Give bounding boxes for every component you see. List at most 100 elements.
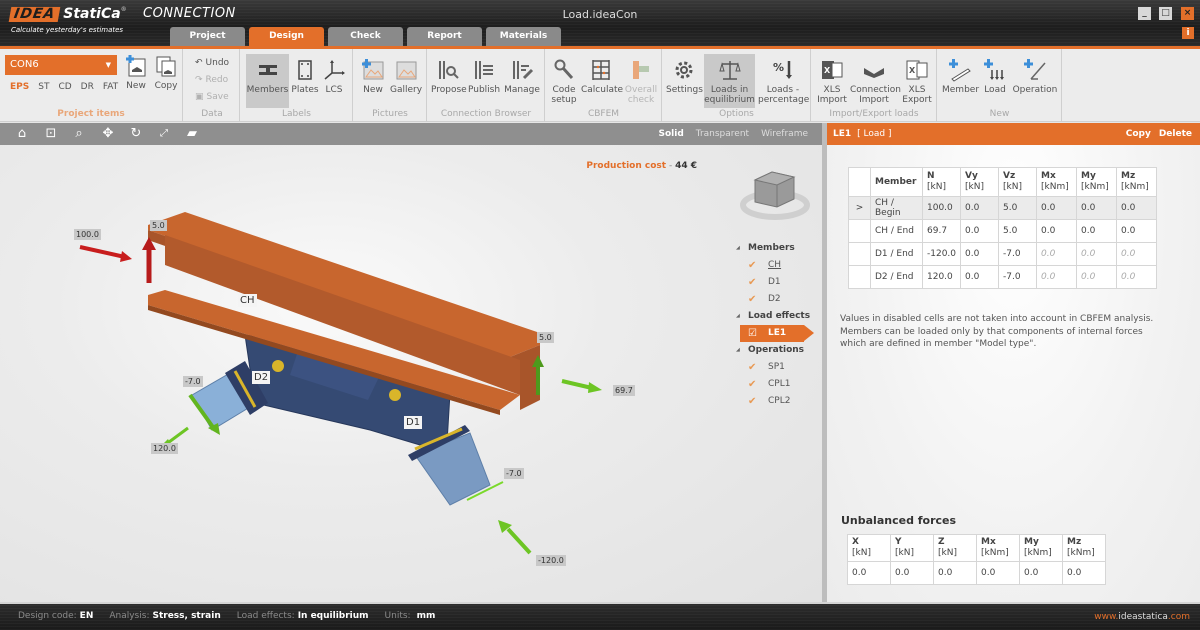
mode-solid[interactable]: Solid xyxy=(658,123,683,145)
member-label-ch[interactable]: CH xyxy=(238,294,257,307)
new-operation-button[interactable]: Operation xyxy=(1011,58,1059,95)
member-label-d1[interactable]: D1 xyxy=(404,416,423,429)
manage-button[interactable]: Manage xyxy=(504,58,540,95)
view-cube[interactable] xyxy=(740,171,810,220)
copy-load-button[interactable]: Copy xyxy=(1126,123,1151,145)
tree-item-cpl1[interactable]: ✔ CPL1 xyxy=(740,376,822,393)
tree-item-cpl2[interactable]: ✔ CPL2 xyxy=(740,393,822,410)
cell-vz[interactable]: -7.0 xyxy=(998,242,1038,266)
cell-vy[interactable]: 0.0 xyxy=(960,242,1000,266)
check-icon[interactable]: ✔ xyxy=(748,359,756,376)
tree-item-ch[interactable]: ✔ CH xyxy=(740,257,822,274)
cell-mz[interactable]: 0.0 xyxy=(1116,219,1158,243)
cell-vy[interactable]: 0.0 xyxy=(960,265,1000,289)
cell-n[interactable]: 100.0 xyxy=(921,196,962,220)
mode-transparent[interactable]: Transparent xyxy=(696,123,749,145)
tree-item-le1[interactable]: ☑ LE1 xyxy=(740,325,814,342)
gallery-button[interactable]: Gallery xyxy=(390,58,422,95)
zoom-extents-icon[interactable]: ⤢ xyxy=(156,126,172,142)
manage-label: Manage xyxy=(504,85,540,95)
cell-mx[interactable]: 0.0 xyxy=(1036,196,1078,220)
labels-lcs-button[interactable]: LCS xyxy=(321,58,347,95)
cell-n[interactable]: -120.0 xyxy=(921,242,962,266)
new-load-button[interactable]: Load xyxy=(983,58,1007,95)
zoom-window-icon[interactable]: ⊡ xyxy=(43,126,59,142)
rotate-icon[interactable]: ↻ xyxy=(128,126,144,142)
propose-button[interactable]: Propose xyxy=(431,58,467,95)
new-picture-button[interactable]: New xyxy=(359,58,387,95)
check-icon[interactable]: ✔ xyxy=(748,291,756,308)
code-cd[interactable]: CD xyxy=(58,82,71,92)
tab-materials[interactable]: Materials xyxy=(486,27,561,46)
cell-vy[interactable]: 0.0 xyxy=(960,219,1000,243)
cell-n[interactable]: 120.0 xyxy=(921,265,962,289)
cell-n[interactable]: 69.7 xyxy=(921,219,962,243)
table-row[interactable]: D2 / End 120.0 0.0 -7.0 0.0 0.0 0.0 xyxy=(848,265,1158,289)
code-fat[interactable]: FAT xyxy=(103,82,118,92)
zoom-icon[interactable]: ⌕ xyxy=(71,126,87,142)
checkbox-checked-icon[interactable]: ☑ xyxy=(748,325,757,342)
new-member-button[interactable]: Member xyxy=(942,58,979,95)
cell-mx[interactable]: 0.0 xyxy=(1036,219,1078,243)
tab-report[interactable]: Report xyxy=(407,27,482,46)
check-icon[interactable]: ✔ xyxy=(748,376,756,393)
status-value: EN xyxy=(79,611,94,621)
xls-import-button[interactable]: X XLS Import xyxy=(815,58,849,105)
new-connection-button[interactable]: New xyxy=(123,54,149,91)
cell-my[interactable]: 0.0 xyxy=(1076,196,1118,220)
cell-my[interactable]: 0.0 xyxy=(1076,219,1118,243)
tab-check[interactable]: Check xyxy=(328,27,403,46)
tree-item-d1[interactable]: ✔ D1 xyxy=(740,274,822,291)
connection-import-label-1: Connection xyxy=(850,85,901,95)
cell-vz[interactable]: -7.0 xyxy=(998,265,1038,289)
pan-icon[interactable]: ✥ xyxy=(100,126,116,142)
labels-members-button[interactable]: Members xyxy=(246,54,289,108)
code-eps[interactable]: EPS xyxy=(10,82,29,92)
loads-percentage-button[interactable]: % Loads - percentage xyxy=(758,58,809,105)
cell-vy[interactable]: 0.0 xyxy=(960,196,1000,220)
3d-viewport[interactable]: Production cost - 44 € CH D2 D1 100.0 5.… xyxy=(0,145,822,602)
home-icon[interactable]: ⌂ xyxy=(14,126,30,142)
table-row[interactable]: D1 / End -120.0 0.0 -7.0 0.0 0.0 0.0 xyxy=(848,242,1158,266)
code-st[interactable]: ST xyxy=(38,82,49,92)
tree-header-members[interactable]: Members xyxy=(736,240,822,257)
publish-button[interactable]: Publish xyxy=(468,58,500,95)
cell-mz[interactable]: 0.0 xyxy=(1116,196,1158,220)
delete-load-button[interactable]: Delete xyxy=(1159,123,1192,145)
table-row[interactable]: > CH / Begin 100.0 0.0 5.0 0.0 0.0 0.0 xyxy=(848,196,1158,220)
tab-design[interactable]: Design xyxy=(249,27,324,46)
minimize-button[interactable]: _ xyxy=(1138,7,1151,20)
labels-plates-button[interactable]: Plates xyxy=(291,58,319,95)
member-label-d2[interactable]: D2 xyxy=(252,371,271,384)
tree-header-operations[interactable]: Operations xyxy=(736,342,822,359)
check-icon[interactable]: ✔ xyxy=(748,274,756,291)
check-icon[interactable]: ✔ xyxy=(748,393,756,410)
overall-check-button[interactable]: Overall check xyxy=(624,58,658,105)
redo-button[interactable]: ↷ Redo xyxy=(195,75,228,85)
calculate-button[interactable]: Calculate xyxy=(581,58,623,95)
connection-select[interactable]: CON6 ▼ xyxy=(5,55,117,75)
code-dr[interactable]: DR xyxy=(81,82,94,92)
connection-import-button[interactable]: Connection Import xyxy=(850,58,901,105)
loads-in-equilibrium-button[interactable]: Loads in equilibrium xyxy=(704,54,755,108)
table-row[interactable]: CH / End 69.7 0.0 5.0 0.0 0.0 0.0 xyxy=(848,219,1158,243)
close-button[interactable]: × xyxy=(1181,7,1194,20)
tree-header-load-effects[interactable]: Load effects xyxy=(736,308,822,325)
cell-vz[interactable]: 5.0 xyxy=(998,219,1038,243)
check-icon[interactable]: ✔ xyxy=(748,257,756,274)
section-view-icon[interactable]: ▰ xyxy=(184,126,200,142)
maximize-button[interactable]: □ xyxy=(1159,7,1172,20)
save-button[interactable]: ▣ Save xyxy=(195,92,229,102)
tree-item-d2[interactable]: ✔ D2 xyxy=(740,291,822,308)
website-link[interactable]: www.ideastatica.com xyxy=(1094,612,1190,622)
code-setup-button[interactable]: Code setup xyxy=(549,58,579,105)
tab-project[interactable]: Project xyxy=(170,27,245,46)
info-button[interactable]: i xyxy=(1182,27,1194,39)
xls-export-button[interactable]: X XLS Export xyxy=(900,58,934,105)
undo-button[interactable]: ↶ Undo xyxy=(195,58,229,68)
settings-button[interactable]: Settings xyxy=(666,58,703,95)
mode-wireframe[interactable]: Wireframe xyxy=(761,123,808,145)
tree-item-sp1[interactable]: ✔ SP1 xyxy=(740,359,822,376)
cell-vz[interactable]: 5.0 xyxy=(998,196,1038,220)
copy-connection-button[interactable]: Copy xyxy=(153,54,179,91)
